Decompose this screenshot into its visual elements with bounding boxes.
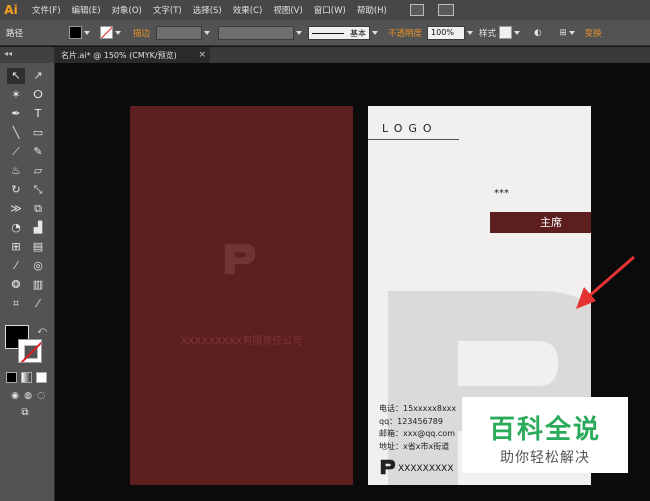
chevron-down-icon[interactable] — [372, 30, 379, 35]
column-graph-tool-icon[interactable]: ▥ — [29, 277, 47, 293]
rotate-tool-icon[interactable]: ↻ — [7, 182, 25, 198]
line-tool-icon[interactable]: ╲ — [7, 125, 25, 141]
contact-block: 电话：15xxxxx8xxx qq：123456789 邮箱：xxx@qq.co… — [379, 403, 456, 453]
lasso-tool-icon[interactable]: ⵔ — [29, 87, 47, 103]
tools-panel-header[interactable]: ◂◂ — [0, 47, 54, 63]
contact-phone: 电话：15xxxxx8xxx — [379, 404, 457, 413]
mesh-tool-icon[interactable]: ⊞ — [7, 239, 25, 255]
front-company-name: XXXXXXXXX有限责任公司 — [180, 336, 303, 347]
stroke-color-box[interactable] — [18, 339, 42, 363]
pointer-arrow-icon — [576, 255, 635, 309]
selection-tool-icon[interactable]: ↖ — [7, 68, 25, 84]
contact-qq: qq：123456789 — [379, 416, 443, 426]
control-bar: 路径 描边 基本 不透明度 100% 样式 ◐ ⊞ 变换 — [0, 20, 650, 46]
artboard-tool-icon[interactable]: ⌗ — [7, 296, 25, 312]
company-logo-icon — [224, 243, 256, 275]
eyedropper-tool-icon[interactable]: ⁄ — [7, 258, 25, 274]
menu-bar: Ai 文件(F) 编辑(E) 对象(O) 文字(T) 选择(S) 效果(C) 视图(V) 窗口… — [0, 0, 650, 20]
stroke-label[interactable]: 描边 — [133, 27, 150, 39]
logo-placeholder-text: LOGO — [382, 122, 438, 135]
menu-item[interactable]: 文件(F) — [32, 4, 61, 16]
tools-panel: ◂◂ ↖ ↗ ✶ ⵔ ✒ T ╲ ▭ ⟋ ✎ ♨ ▱ ↻ ⤡ ≫ ⧉ ◔ ▟ ⊞… — [0, 47, 55, 501]
contact-address: 地址：x省x市x街道 — [379, 441, 450, 451]
stroke-swatch[interactable] — [100, 26, 114, 39]
color-mode-icon[interactable] — [6, 372, 17, 383]
opacity-label[interactable]: 不透明度 — [388, 27, 422, 39]
stroke-weight-field[interactable] — [156, 25, 203, 40]
magic-wand-tool-icon[interactable]: ✶ — [7, 87, 25, 103]
menu-item[interactable]: 文字(T) — [153, 4, 182, 16]
footer-company-name: XXXXXXXXX — [398, 464, 454, 474]
direct-selection-tool-icon[interactable]: ↗ — [29, 68, 47, 84]
menu-items: 文件(F) 编辑(E) 对象(O) 文字(T) 选择(S) 效果(C) 视图(V) 窗口(W)… — [32, 4, 398, 16]
variable-width-field[interactable] — [218, 25, 295, 40]
watermark-subtitle: 助你轻松解决 — [500, 450, 590, 466]
align-icon[interactable]: ⊞ — [559, 28, 566, 38]
brush-label: 基本 — [350, 28, 367, 38]
logo-underline — [368, 139, 459, 140]
selection-type-label: 路径 — [6, 28, 24, 39]
brush-definition-field[interactable]: 基本 — [308, 25, 371, 40]
contact-email: 邮箱：xxx@qq.com — [379, 429, 455, 438]
arrange-documents-icon[interactable] — [437, 4, 454, 16]
width-tool-icon[interactable]: ≫ — [7, 201, 25, 217]
chevron-down-icon[interactable] — [514, 30, 521, 35]
perspective-grid-tool-icon[interactable]: ▟ — [29, 220, 47, 236]
menu-item[interactable]: 帮助(H) — [357, 4, 387, 16]
chevron-down-icon[interactable] — [296, 30, 303, 35]
recolor-icon[interactable]: ◐ — [534, 28, 541, 38]
eraser-tool-icon[interactable]: ▱ — [29, 163, 47, 179]
opacity-field[interactable]: 100% — [427, 25, 466, 40]
symbol-sprayer-tool-icon[interactable]: ❂ — [7, 277, 25, 293]
document-tab-strip: 名片.ai* @ 150% (CMYK/预览) × — [55, 47, 650, 63]
blob-brush-tool-icon[interactable]: ♨ — [7, 163, 25, 179]
gradient-mode-icon[interactable] — [21, 372, 32, 383]
chevron-down-icon[interactable] — [204, 30, 211, 35]
menu-item[interactable]: 选择(S) — [193, 4, 222, 16]
free-transform-tool-icon[interactable]: ⧉ — [29, 201, 47, 217]
blend-tool-icon[interactable]: ◎ — [29, 258, 47, 274]
document-tab[interactable]: 名片.ai* @ 150% (CMYK/预览) × — [55, 47, 210, 63]
scale-tool-icon[interactable]: ⤡ — [29, 182, 47, 198]
person-name: *** — [494, 188, 509, 199]
chevron-down-icon[interactable] — [568, 30, 575, 35]
watermark-badge: 百科全说 助你轻松解决 — [462, 397, 628, 473]
fill-swatch[interactable] — [69, 26, 83, 39]
document-tab-title: 名片.ai* @ 150% (CMYK/预览) — [61, 50, 177, 60]
menu-item[interactable]: 对象(O) — [112, 4, 142, 16]
pen-tool-icon[interactable]: ✒ — [7, 106, 25, 122]
type-tool-icon[interactable]: T — [29, 106, 47, 122]
pencil-tool-icon[interactable]: ✎ — [29, 144, 47, 160]
style-label: 样式 — [479, 28, 497, 39]
paintbrush-tool-icon[interactable]: ⟋ — [7, 144, 25, 160]
close-icon[interactable]: × — [198, 50, 206, 60]
transform-label[interactable]: 变换 — [585, 27, 602, 39]
menu-item[interactable]: 编辑(E) — [72, 4, 101, 16]
none-mode-icon[interactable] — [36, 372, 47, 383]
footer-logo-icon — [380, 459, 396, 475]
chevron-down-icon[interactable] — [84, 30, 91, 35]
watermark-title: 百科全说 — [488, 415, 601, 445]
gradient-tool-icon[interactable]: ▤ — [29, 239, 47, 255]
screen-mode-icon[interactable]: ⧉ — [16, 405, 34, 421]
chevron-down-icon[interactable] — [115, 30, 122, 35]
draw-inside-icon[interactable]: ◌ — [32, 388, 50, 404]
menu-item[interactable]: 视图(V) — [273, 4, 302, 16]
style-swatch[interactable] — [499, 26, 513, 39]
chevron-down-icon[interactable] — [467, 30, 474, 35]
rectangle-tool-icon[interactable]: ▭ — [29, 125, 47, 141]
bridge-icon[interactable] — [409, 4, 424, 16]
job-title-bar: 主席 — [490, 212, 591, 233]
shape-builder-tool-icon[interactable]: ◔ — [7, 220, 25, 236]
app-logo: Ai — [4, 3, 18, 17]
menu-item[interactable]: 效果(C) — [233, 4, 263, 16]
job-title: 主席 — [540, 216, 562, 229]
swap-fill-stroke-icon[interactable]: ⤺ — [33, 323, 51, 339]
card-front-artboard[interactable]: XXXXXXXXX有限责任公司 — [130, 106, 353, 485]
slice-tool-icon[interactable]: ⁄ — [29, 296, 47, 312]
menu-item[interactable]: 窗口(W) — [314, 4, 346, 16]
